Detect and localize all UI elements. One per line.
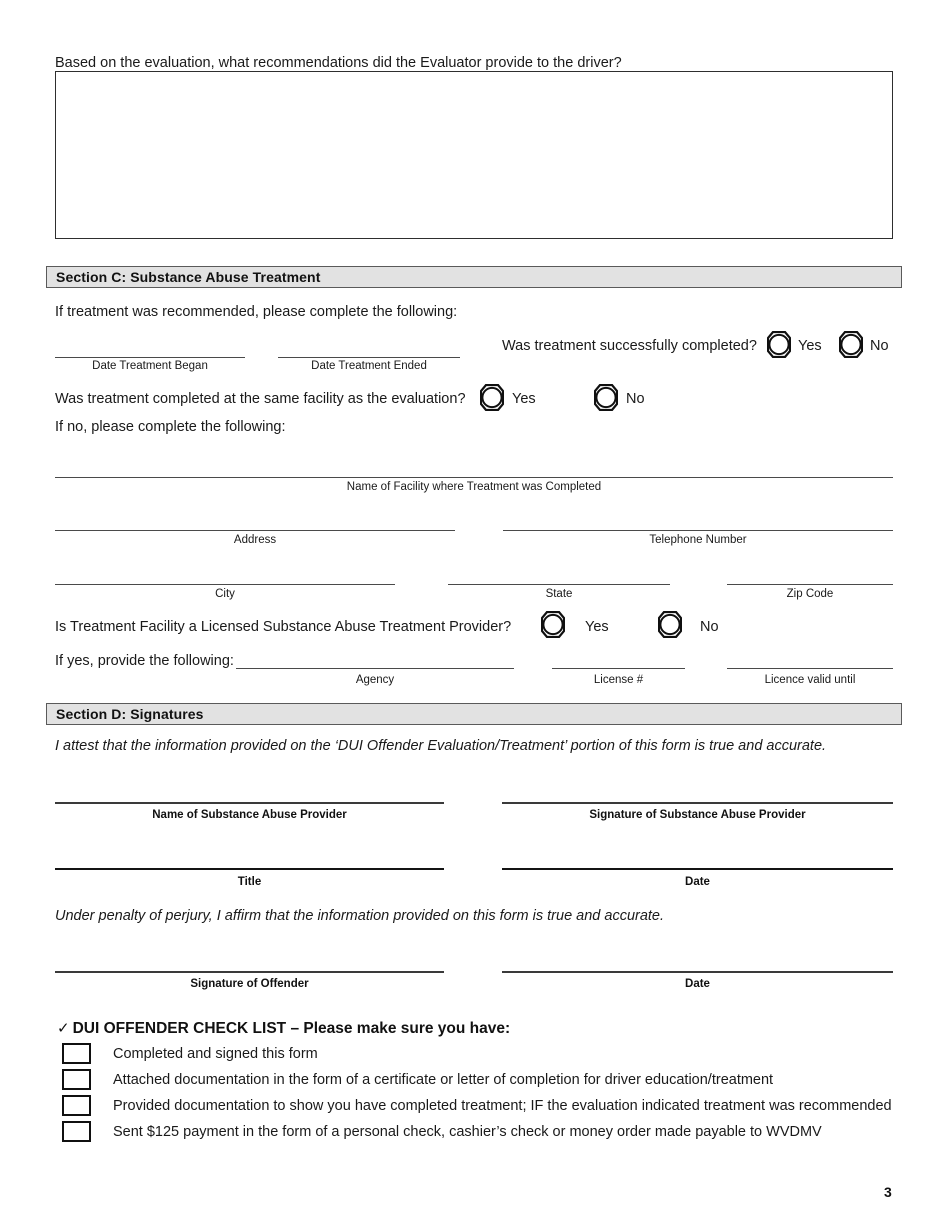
same-facility-no-label: No — [626, 391, 645, 407]
checklist-checkbox-3[interactable] — [62, 1095, 91, 1116]
telephone-input[interactable] — [503, 530, 893, 531]
checklist-item-label-4: Sent $125 payment in the form of a perso… — [113, 1124, 822, 1140]
state-caption: State — [545, 588, 573, 600]
provider-name-caption: Name of Substance Abuse Provider — [152, 809, 347, 821]
perjury-statement: Under penalty of perjury, I affirm that … — [55, 908, 665, 924]
offender-date-input[interactable] — [502, 971, 893, 973]
address-input[interactable] — [55, 530, 455, 531]
date-treatment-began-input[interactable] — [55, 357, 245, 358]
provider-title-input[interactable] — [55, 868, 444, 870]
offender-date-caption: Date — [685, 978, 710, 990]
city-input[interactable] — [55, 584, 395, 585]
licensed-provider-question: Is Treatment Facility a Licensed Substan… — [55, 619, 512, 635]
address-caption: Address — [233, 534, 277, 546]
section-c-intro: If treatment was recommended, please com… — [55, 304, 458, 320]
zip-caption: Zip Code — [786, 588, 834, 600]
date-treatment-began-caption: Date Treatment Began — [92, 360, 208, 372]
if-yes-instruction: If yes, provide the following: — [55, 653, 234, 669]
treatment-successful-yes-bubble[interactable] — [767, 331, 791, 358]
provider-date-input[interactable] — [502, 868, 893, 870]
facility-name-caption: Name of Facility where Treatment was Com… — [346, 481, 602, 493]
treatment-successful-question: Was treatment successfully completed? — [502, 338, 757, 354]
section-c-header: Section C: Substance Abuse Treatment — [46, 266, 902, 288]
treatment-successful-yes-label: Yes — [798, 338, 822, 354]
facility-name-input[interactable] — [55, 477, 893, 478]
recommendations-question: Based on the evaluation, what recommenda… — [55, 55, 622, 71]
city-caption: City — [215, 588, 235, 600]
licensed-provider-no-bubble[interactable] — [658, 611, 682, 638]
licensed-provider-yes-bubble[interactable] — [541, 611, 565, 638]
license-valid-until-input[interactable] — [727, 668, 893, 669]
zip-input[interactable] — [727, 584, 893, 585]
telephone-caption: Telephone Number — [649, 534, 747, 546]
section-d-title: Section D: Signatures — [56, 706, 204, 722]
state-input[interactable] — [448, 584, 670, 585]
provider-name-input[interactable] — [55, 802, 444, 804]
attestation-statement: I attest that the information provided o… — [55, 738, 827, 754]
if-no-instruction: If no, please complete the following: — [55, 419, 286, 435]
offender-signature-input[interactable] — [55, 971, 444, 973]
provider-title-caption: Title — [237, 876, 262, 888]
recommendations-answer-box[interactable] — [55, 71, 893, 239]
agency-input[interactable] — [236, 668, 514, 669]
agency-caption: Agency — [355, 674, 395, 686]
provider-signature-caption: Signature of Substance Abuse Provider — [589, 809, 806, 821]
page-number: 3 — [884, 1184, 892, 1200]
checklist-item-label-2: Attached documentation in the form of a … — [113, 1072, 774, 1088]
treatment-successful-no-label: No — [870, 338, 889, 354]
same-facility-yes-label: Yes — [512, 391, 536, 407]
licensed-provider-no-label: No — [700, 619, 719, 635]
offender-signature-caption: Signature of Offender — [190, 978, 309, 990]
checklist-checkbox-2[interactable] — [62, 1069, 91, 1090]
checklist-checkbox-4[interactable] — [62, 1121, 91, 1142]
checklist-item-label-1: Completed and signed this form — [113, 1046, 318, 1062]
date-treatment-ended-input[interactable] — [278, 357, 460, 358]
date-treatment-ended-caption: Date Treatment Ended — [311, 360, 427, 372]
checklist-heading: ✓ DUI OFFENDER CHECK LIST – Please make s… — [57, 1019, 510, 1038]
license-number-input[interactable] — [552, 668, 685, 669]
section-c-title: Section C: Substance Abuse Treatment — [56, 269, 321, 285]
license-valid-until-caption: Licence valid until — [764, 674, 856, 686]
same-facility-question: Was treatment completed at the same faci… — [55, 391, 466, 407]
provider-date-caption: Date — [685, 876, 710, 888]
provider-signature-input[interactable] — [502, 802, 893, 804]
same-facility-yes-bubble[interactable] — [480, 384, 504, 411]
form-page: Based on the evaluation, what recommenda… — [0, 0, 950, 1230]
same-facility-no-bubble[interactable] — [594, 384, 618, 411]
checklist-checkbox-1[interactable] — [62, 1043, 91, 1064]
checklist-item-label-3: Provided documentation to show you have … — [113, 1098, 892, 1114]
check-mark-icon: ✓ — [57, 1020, 70, 1037]
licensed-provider-yes-label: Yes — [585, 619, 609, 635]
checklist-heading-text: DUI OFFENDER CHECK LIST – Please make su… — [72, 1020, 511, 1037]
license-number-caption: License # — [593, 674, 644, 686]
treatment-successful-no-bubble[interactable] — [839, 331, 863, 358]
section-d-header: Section D: Signatures — [46, 703, 902, 725]
